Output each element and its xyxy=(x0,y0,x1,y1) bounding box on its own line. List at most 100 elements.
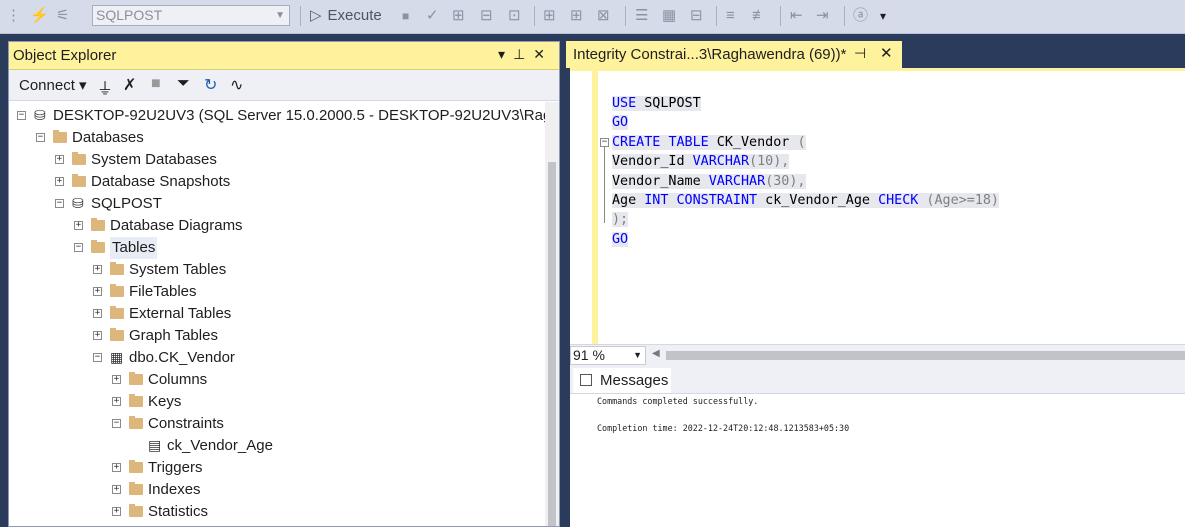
query-tab[interactable]: Integrity Constrai...3\Raghawendra (69))… xyxy=(566,41,902,68)
tree-node[interactable]: − Tables xyxy=(9,237,545,259)
scroll-left-icon[interactable]: ◀ xyxy=(652,348,660,359)
messages-icon xyxy=(580,374,592,386)
results-to-grid-icon[interactable]: ▦ xyxy=(662,6,676,26)
expand-node-icon[interactable]: + xyxy=(112,397,121,406)
tree-node[interactable]: + System Databases xyxy=(9,149,545,171)
operator: >= xyxy=(958,192,975,208)
tree-node[interactable]: + System Tables xyxy=(9,259,545,281)
keyword: GO xyxy=(612,231,629,247)
tree-node-label: External Tables xyxy=(129,305,232,322)
tree-node[interactable]: + Database Diagrams xyxy=(9,215,545,237)
stop-icon[interactable]: ■ xyxy=(151,75,161,93)
keyword: USE xyxy=(612,96,637,111)
expand-node-icon[interactable]: + xyxy=(55,177,64,186)
increase-indent-icon[interactable]: ⇥ xyxy=(816,6,829,26)
toolbar-separator xyxy=(534,6,535,26)
tree-node[interactable]: − ⛁ DESKTOP-92U2UV3 (SQL Server 15.0.2000.… xyxy=(9,105,545,127)
change-connection-icon[interactable]: ⚟ xyxy=(56,6,69,26)
collapse-node-icon[interactable]: − xyxy=(74,243,83,252)
results-to-text-icon[interactable]: ☰ xyxy=(635,6,648,26)
live-stats-icon[interactable]: ⊞ xyxy=(570,6,583,26)
filter-icon[interactable]: ⏷ xyxy=(177,75,190,93)
tree-node[interactable]: + Triggers xyxy=(9,457,545,479)
expand-node-icon[interactable]: + xyxy=(93,287,102,296)
pin-icon[interactable]: ⊣ xyxy=(854,45,866,62)
collapse-node-icon[interactable]: − xyxy=(17,111,26,120)
collapse-node-icon[interactable]: − xyxy=(55,199,64,208)
folder-icon xyxy=(72,174,86,187)
window-position-icon[interactable]: ▾ xyxy=(498,46,513,62)
collapse-node-icon[interactable]: − xyxy=(93,353,102,362)
sql-code[interactable]: USE SQLPOST GO CREATE TABLE CK_Vendor ( … xyxy=(612,94,999,249)
estimated-plan-icon[interactable]: ⊞ xyxy=(452,6,465,26)
specify-values-icon[interactable]: ⓐ xyxy=(853,6,868,26)
tree-node[interactable]: − Databases xyxy=(9,127,545,149)
tree-node[interactable]: + Columns xyxy=(9,369,545,391)
tree-node-label: Keys xyxy=(148,393,182,410)
include-plan-icon[interactable]: ⊞ xyxy=(543,6,556,26)
query-options-icon[interactable]: ⊟ xyxy=(480,6,493,26)
code-line: CREATE TABLE CK_Vendor ( xyxy=(612,133,999,152)
tree-node-label: Statistics xyxy=(148,503,209,520)
stop-icon[interactable]: ■ xyxy=(402,6,409,26)
scrollbar-thumb[interactable] xyxy=(666,351,1185,360)
tree-node[interactable]: + Keys xyxy=(9,391,545,413)
tree-vertical-scrollbar[interactable] xyxy=(545,102,559,526)
tree-node[interactable]: + FileTables xyxy=(9,281,545,303)
folder-icon xyxy=(72,152,86,165)
pin-icon[interactable]: ⊥ xyxy=(513,46,533,62)
expand-node-icon[interactable]: + xyxy=(93,265,102,274)
comment-icon[interactable]: ≡ xyxy=(726,6,735,26)
toolbar-overflow-icon[interactable]: ▾ xyxy=(880,6,886,26)
intellisense-icon[interactable]: ⊡ xyxy=(508,6,521,26)
connect-plug-icon[interactable]: ⚡ xyxy=(30,6,49,26)
tree-node[interactable]: + Database Snapshots xyxy=(9,171,545,193)
available-databases-select[interactable]: SQLPOST ▼ xyxy=(92,5,290,26)
disconnect-icon[interactable]: ✗ xyxy=(123,75,136,95)
folder-icon xyxy=(129,394,143,407)
editor-horizontal-scrollbar[interactable]: ◀ xyxy=(650,348,1185,362)
expand-node-icon[interactable]: + xyxy=(112,485,121,494)
expand-node-icon[interactable]: + xyxy=(93,331,102,340)
keyword: GO xyxy=(612,115,629,131)
decrease-indent-icon[interactable]: ⇤ xyxy=(790,6,803,26)
collapse-node-icon[interactable]: − xyxy=(112,419,121,428)
collapse-node-icon[interactable]: − xyxy=(36,133,45,142)
zoom-select[interactable]: 91 % ▼ xyxy=(570,346,646,365)
expand-node-icon[interactable]: + xyxy=(74,221,83,230)
expand-node-icon[interactable]: + xyxy=(93,309,102,318)
tree-node-label: Indexes xyxy=(148,481,201,498)
connect-label: Connect xyxy=(19,77,75,94)
scrollbar-thumb[interactable] xyxy=(548,162,556,526)
query-editor[interactable]: − USE SQLPOST GO CREATE TABLE CK_Vendor … xyxy=(570,68,1185,347)
tree-node[interactable]: − Constraints xyxy=(9,413,545,435)
close-tab-icon[interactable]: ✕ xyxy=(880,44,893,62)
execute-button[interactable]: ▷ Execute xyxy=(310,6,382,26)
code-line: GO xyxy=(612,230,999,249)
tree-node[interactable]: + Statistics xyxy=(9,501,545,523)
expand-node-icon[interactable]: + xyxy=(112,375,121,384)
results-to-file-icon[interactable]: ⊟ xyxy=(690,6,703,26)
server-icon: ⛁ xyxy=(34,107,46,123)
expand-node-icon[interactable]: + xyxy=(112,463,121,472)
connect-dropdown[interactable]: Connect ▾ xyxy=(19,76,87,94)
tree-node[interactable]: ▤ ck_Vendor_Age xyxy=(9,435,545,457)
tree-node[interactable]: + Indexes xyxy=(9,479,545,501)
activity-monitor-icon[interactable]: ∿ xyxy=(230,75,243,95)
connect-icon[interactable]: ⏚ xyxy=(97,75,113,99)
refresh-icon[interactable]: ↻ xyxy=(204,75,217,95)
expand-node-icon[interactable]: + xyxy=(112,507,121,516)
uncomment-icon[interactable]: ≢ xyxy=(752,6,767,26)
expand-node-icon[interactable]: + xyxy=(55,155,64,164)
tree-node[interactable]: − ⛁ SQLPOST xyxy=(9,193,545,215)
collapse-region-icon[interactable]: − xyxy=(600,138,609,147)
code-line: ); xyxy=(612,210,999,229)
tree-node[interactable]: − ▦ dbo.CK_Vendor xyxy=(9,347,545,369)
close-icon[interactable]: ✕ xyxy=(533,46,553,62)
tree-node[interactable]: + Graph Tables xyxy=(9,325,545,347)
parse-check-icon[interactable]: ✓ xyxy=(426,6,439,26)
tree-node[interactable]: + External Tables xyxy=(9,303,545,325)
tree-node-label: DESKTOP-92U2UV3 (SQL Server 15.0.2000.5 … xyxy=(53,107,545,124)
messages-tab[interactable]: Messages xyxy=(573,368,671,393)
client-stats-icon[interactable]: ⊠ xyxy=(597,6,610,26)
